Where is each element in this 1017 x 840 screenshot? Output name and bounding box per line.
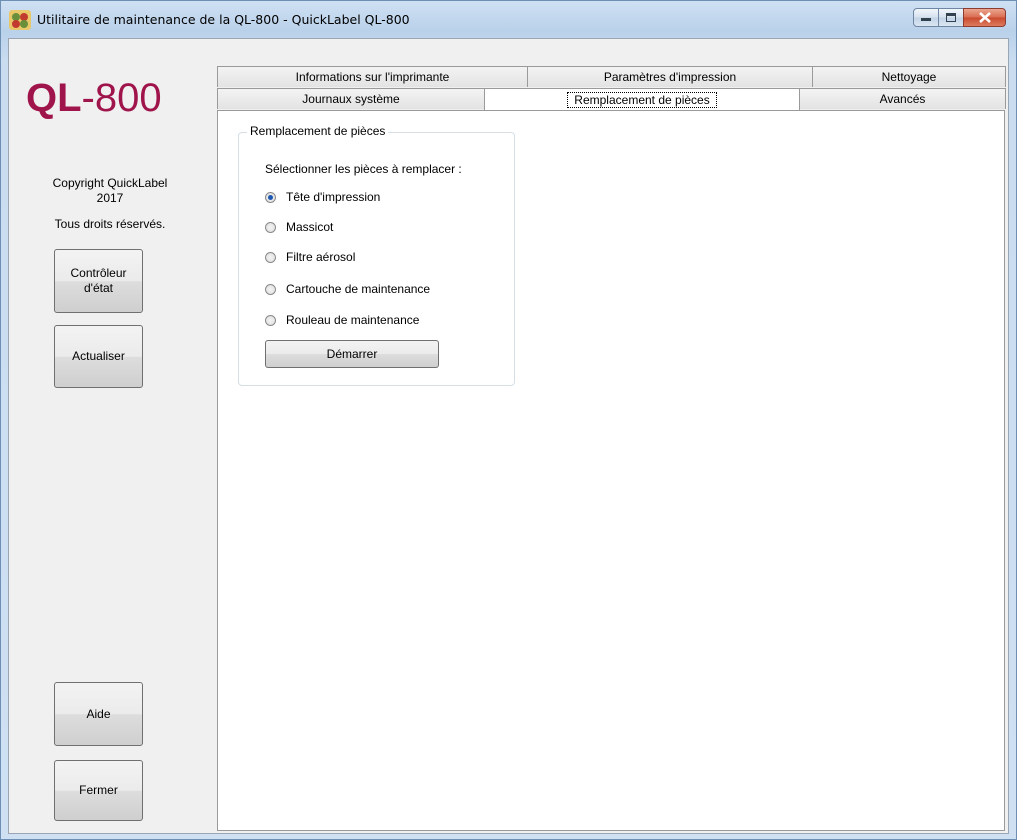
maximize-icon bbox=[946, 13, 956, 22]
copyright-line1: Copyright QuickLabel bbox=[52, 176, 168, 190]
logo-bold: QL bbox=[26, 76, 82, 120]
status-button-line1: Contrôleur bbox=[70, 266, 127, 280]
radio-unselected-icon[interactable] bbox=[265, 283, 276, 295]
maximize-button[interactable] bbox=[938, 8, 964, 27]
quicklabel-app-icon bbox=[9, 10, 31, 30]
close-app-button[interactable]: Fermer bbox=[54, 760, 143, 821]
tab-system-logs[interactable]: Journaux système bbox=[217, 88, 485, 109]
refresh-button[interactable]: Actualiser bbox=[54, 325, 143, 388]
tab-print-settings[interactable]: Paramètres d'impression bbox=[527, 66, 813, 87]
radio-aerosol-filter[interactable]: Filtre aérosol bbox=[265, 250, 355, 264]
title-bar[interactable]: Utilitaire de maintenance de la QL-800 -… bbox=[1, 1, 1016, 39]
radio-unselected-icon[interactable] bbox=[265, 221, 276, 233]
radio-label: Rouleau de maintenance bbox=[286, 313, 420, 327]
tab-parts-replacement-label: Remplacement de pièces bbox=[567, 92, 717, 108]
tab-row-2: Journaux système Remplacement de pièces … bbox=[217, 88, 1006, 111]
radio-cutter[interactable]: Massicot bbox=[265, 220, 333, 234]
window-controls bbox=[913, 8, 1006, 27]
start-button[interactable]: Démarrer bbox=[265, 340, 439, 368]
radio-label: Filtre aérosol bbox=[286, 250, 356, 264]
tab-advanced[interactable]: Avancés bbox=[799, 88, 1006, 109]
radio-maintenance-roller[interactable]: Rouleau de maintenance bbox=[265, 313, 419, 327]
tab-cleaning[interactable]: Nettoyage bbox=[812, 66, 1006, 87]
rights-text: Tous droits réservés. bbox=[54, 217, 166, 231]
tab-parts-replacement[interactable]: Remplacement de pièces bbox=[484, 88, 800, 111]
ql800-logo: QL-800 bbox=[26, 76, 162, 121]
window-title: Utilitaire de maintenance de la QL-800 -… bbox=[37, 12, 410, 27]
radio-selected-icon[interactable] bbox=[265, 191, 276, 203]
help-button[interactable]: Aide bbox=[54, 682, 143, 746]
select-parts-prompt: Sélectionner les pièces à remplacer : bbox=[265, 162, 462, 176]
radio-print-head[interactable]: Tête d'impression bbox=[265, 190, 380, 204]
logo-rest: -800 bbox=[81, 76, 162, 120]
group-title: Remplacement de pièces bbox=[247, 124, 389, 138]
close-icon bbox=[978, 12, 991, 23]
radio-label: Tête d'impression bbox=[286, 190, 381, 204]
radio-unselected-icon[interactable] bbox=[265, 314, 276, 326]
radio-label: Massicot bbox=[286, 220, 334, 234]
radio-label: Cartouche de maintenance bbox=[286, 282, 431, 296]
status-button-line2: d'état bbox=[84, 281, 113, 295]
copyright-line2: 2017 bbox=[96, 191, 124, 205]
radio-maintenance-cartridge[interactable]: Cartouche de maintenance bbox=[265, 282, 430, 296]
tab-row-1: Informations sur l'imprimante Paramètres… bbox=[217, 66, 1006, 87]
copyright-text: Copyright QuickLabel 2017 bbox=[30, 176, 190, 206]
status-monitor-button[interactable]: Contrôleur d'état bbox=[54, 249, 143, 313]
minimize-icon bbox=[921, 17, 931, 21]
tab-printer-info[interactable]: Informations sur l'imprimante bbox=[217, 66, 528, 87]
minimize-button[interactable] bbox=[913, 8, 939, 27]
radio-unselected-icon[interactable] bbox=[265, 251, 276, 263]
close-button[interactable] bbox=[963, 8, 1006, 27]
